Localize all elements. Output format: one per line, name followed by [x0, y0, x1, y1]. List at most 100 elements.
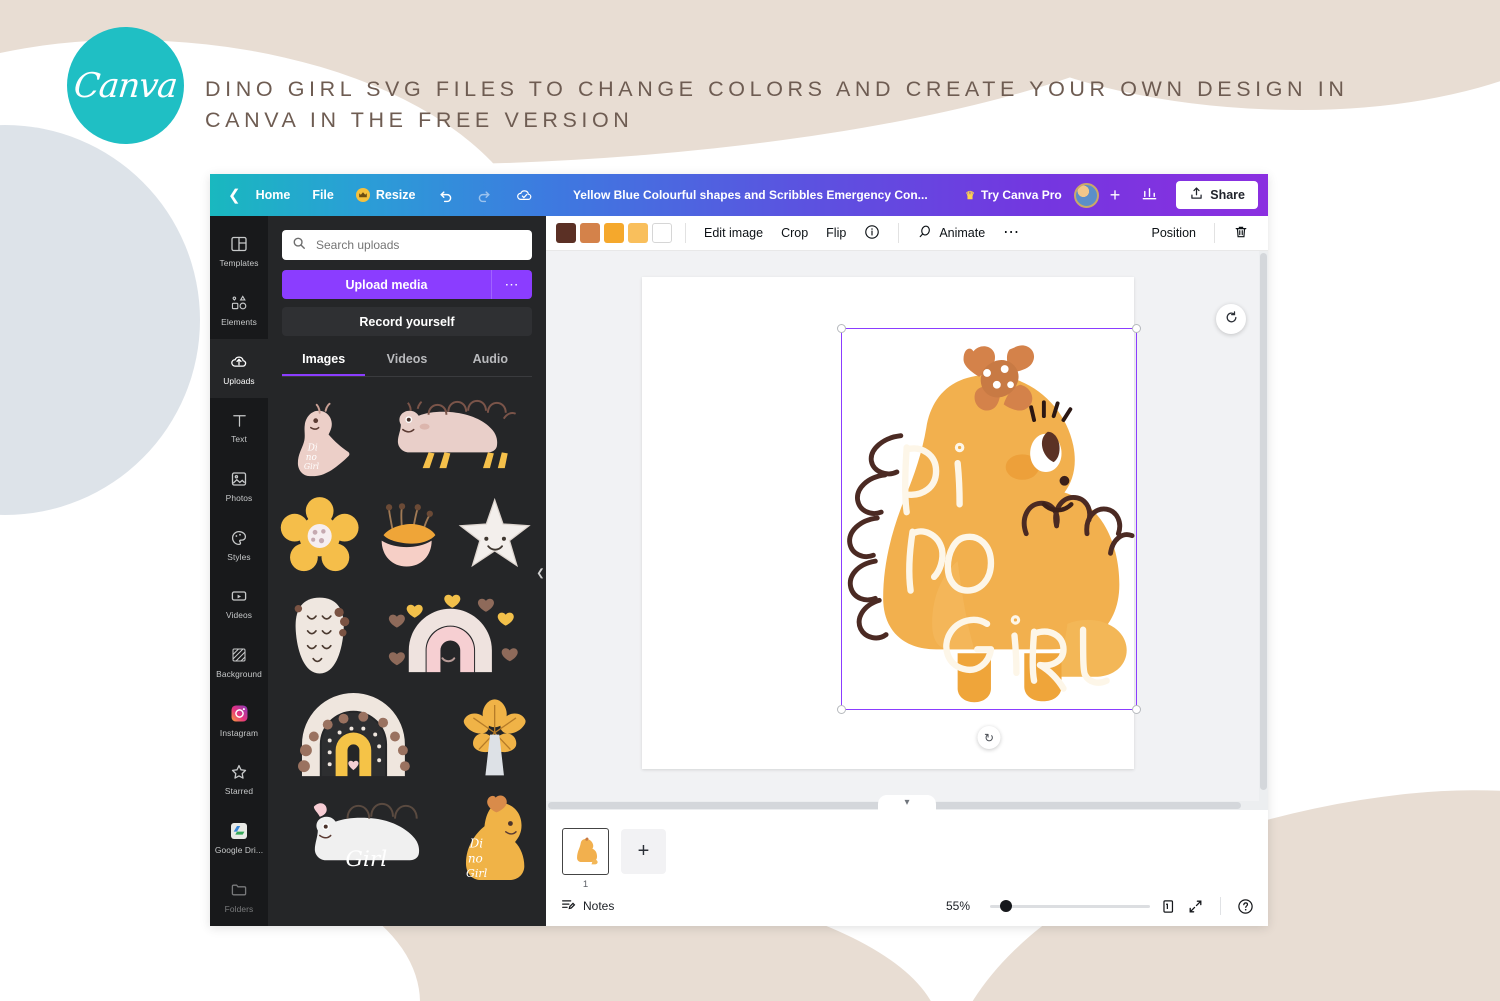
search-uploads-box[interactable] — [282, 230, 532, 260]
flip-button[interactable]: Flip — [817, 226, 855, 240]
photos-icon — [230, 469, 248, 489]
sidebar-label: Styles — [227, 551, 251, 562]
uploads-panel: Upload media ⋯ Record yourself Images Vi… — [268, 216, 546, 926]
upload-thumbnail[interactable]: Di no Girl — [453, 789, 536, 883]
canvas-vertical-scrollbar[interactable] — [1259, 251, 1268, 810]
sidebar-item-elements[interactable]: Elements — [210, 281, 268, 340]
notes-button[interactable]: Notes — [560, 897, 614, 916]
back-button[interactable]: ❮ — [210, 174, 245, 216]
sidebar-item-videos[interactable]: Videos — [210, 574, 268, 633]
color-swatch[interactable] — [580, 223, 600, 243]
upload-thumbnail[interactable] — [278, 489, 361, 583]
resize-button[interactable]: Resize — [345, 174, 427, 216]
sidebar-label: Elements — [221, 317, 257, 327]
rotate-handle[interactable]: ↻ — [977, 726, 1001, 749]
add-page-button[interactable]: + — [621, 828, 666, 874]
selected-element-frame[interactable]: ↻ — [837, 324, 1141, 749]
dino-girl-illustration[interactable] — [842, 329, 1136, 709]
cloud-saved-icon — [515, 186, 534, 205]
page-header: Canva DINO GIRL SVG FILES TO CHANGE COLO… — [0, 0, 1500, 170]
cloud-save-status[interactable] — [504, 174, 545, 216]
try-canva-pro-button[interactable]: ♛ Try Canva Pro — [955, 188, 1072, 202]
position-button[interactable]: Position — [1143, 226, 1205, 240]
svg-text:no: no — [467, 851, 482, 865]
tab-videos[interactable]: Videos — [365, 352, 448, 376]
avatar[interactable] — [1073, 182, 1099, 208]
flip-floating-button[interactable] — [1216, 304, 1246, 334]
zoom-percent: 55% — [946, 899, 971, 913]
color-swatch[interactable] — [652, 223, 672, 243]
edit-image-button[interactable]: Edit image — [695, 226, 772, 240]
tab-audio[interactable]: Audio — [449, 352, 532, 376]
page-count-button[interactable] — [1160, 898, 1177, 915]
design-canvas[interactable]: ↻ ▾ — [546, 251, 1268, 810]
svg-text:Girl: Girl — [466, 867, 488, 880]
resize-handle-bottom-right[interactable] — [1132, 705, 1141, 714]
zoom-slider[interactable] — [990, 900, 1150, 912]
star-icon — [230, 762, 248, 782]
resize-handle-bottom-left[interactable] — [837, 705, 846, 714]
upload-thumbnail[interactable] — [278, 589, 361, 683]
sidebar-item-styles[interactable]: Styles — [210, 515, 268, 574]
crop-button[interactable]: Crop — [772, 226, 817, 240]
design-page[interactable]: ↻ — [642, 277, 1141, 769]
color-swatch[interactable] — [556, 223, 576, 243]
resize-handle-top-left[interactable] — [837, 324, 846, 333]
canva-editor-window: ❮ Home File Resize Yellow Blue Colourful… — [210, 174, 1268, 926]
sidebar-item-folders[interactable]: Folders — [210, 867, 268, 926]
upload-thumbnail[interactable]: Di no Girl — [278, 389, 361, 483]
canva-logo-text: Canva — [72, 65, 179, 106]
insights-button[interactable] — [1131, 185, 1168, 205]
sidebar-item-templates[interactable]: Templates — [210, 222, 268, 281]
upload-thumbnail[interactable] — [365, 489, 448, 583]
sidebar-item-text[interactable]: Text — [210, 398, 268, 457]
google-drive-icon — [229, 821, 249, 841]
fullscreen-button[interactable] — [1187, 898, 1204, 915]
zoom-slider-knob[interactable] — [1000, 900, 1012, 912]
share-label: Share — [1210, 188, 1245, 202]
upload-thumbnail[interactable] — [365, 589, 536, 683]
sidebar-item-starred[interactable]: Starred — [210, 750, 268, 809]
sidebar-item-google-drive[interactable]: Google Dri... — [210, 809, 268, 868]
help-button[interactable] — [1237, 898, 1254, 915]
search-icon — [292, 236, 306, 255]
collapse-pages-button[interactable]: ▾ — [878, 795, 936, 810]
redo-button[interactable] — [465, 174, 504, 216]
more-options-button[interactable]: ⋯ — [994, 225, 1029, 241]
styles-palette-icon — [230, 528, 248, 548]
color-swatch[interactable] — [628, 223, 648, 243]
tab-images[interactable]: Images — [282, 352, 366, 376]
canva-logo: Canva — [67, 27, 184, 144]
upload-media-button[interactable]: Upload media — [282, 270, 491, 299]
animate-button[interactable]: Animate — [908, 224, 994, 243]
home-button[interactable]: Home — [245, 174, 302, 216]
upload-more-button[interactable]: ⋯ — [491, 270, 532, 299]
undo-button[interactable] — [426, 174, 465, 216]
upload-thumbnail[interactable] — [278, 689, 449, 783]
document-title[interactable]: Yellow Blue Colourful shapes and Scribbl… — [545, 188, 955, 202]
sidebar-item-instagram[interactable]: Instagram — [210, 691, 268, 750]
collapse-panel-button[interactable]: ❮ — [534, 546, 546, 600]
upload-thumbnail[interactable] — [453, 689, 536, 783]
record-yourself-button[interactable]: Record yourself — [282, 307, 532, 336]
upload-cloud-icon — [229, 352, 249, 372]
info-button[interactable] — [855, 224, 889, 243]
resize-handle-top-right[interactable] — [1132, 324, 1141, 333]
sidebar-item-photos[interactable]: Photos — [210, 457, 268, 516]
sidebar-item-uploads[interactable]: Uploads — [210, 339, 268, 399]
delete-button[interactable] — [1224, 224, 1258, 243]
svg-text:Di: Di — [307, 443, 318, 453]
share-button[interactable]: Share — [1176, 181, 1258, 209]
crown-circle-icon — [355, 188, 370, 202]
topbar-right-group: ♛ Try Canva Pro + Share — [955, 181, 1268, 209]
add-collaborator-button[interactable]: + — [1101, 186, 1130, 204]
upload-thumbnail[interactable]: Girl — [278, 789, 449, 883]
upload-thumbnail[interactable] — [365, 389, 536, 483]
upload-thumbnail[interactable] — [453, 489, 536, 583]
color-swatch[interactable] — [604, 223, 624, 243]
scrollbar-thumb[interactable] — [1260, 253, 1267, 790]
page-thumbnail[interactable]: 1 — [562, 827, 609, 890]
sidebar-item-background[interactable]: Background — [210, 633, 268, 692]
file-menu-button[interactable]: File — [301, 174, 345, 216]
search-input[interactable] — [314, 237, 522, 253]
